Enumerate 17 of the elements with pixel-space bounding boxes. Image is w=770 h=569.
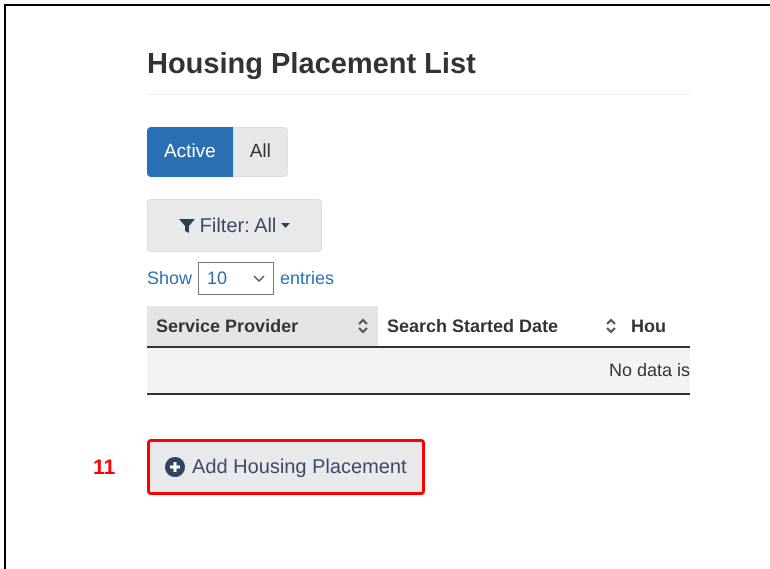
add-placement-button[interactable]: Add Housing Placement [147,439,425,495]
filter-icon [178,218,195,234]
plus-circle-icon [165,457,185,477]
empty-message: No data is [608,359,690,382]
toggle-tab[interactable]: All [232,127,288,177]
column-header[interactable]: Service Provider [147,306,378,346]
sort-icon [605,317,617,335]
show-label: Show [147,267,192,290]
entries-label: entries [280,267,334,290]
entries-select[interactable]: 10 [198,262,274,295]
filter-button[interactable]: Filter: All [147,199,322,252]
sort-icon [357,317,369,335]
caret-icon [281,223,290,228]
page-title: Housing Placement List [147,50,476,79]
chevron-icon [253,275,266,282]
toggle-tab[interactable]: Active [147,127,233,177]
annotation-number: 11 [93,455,116,481]
